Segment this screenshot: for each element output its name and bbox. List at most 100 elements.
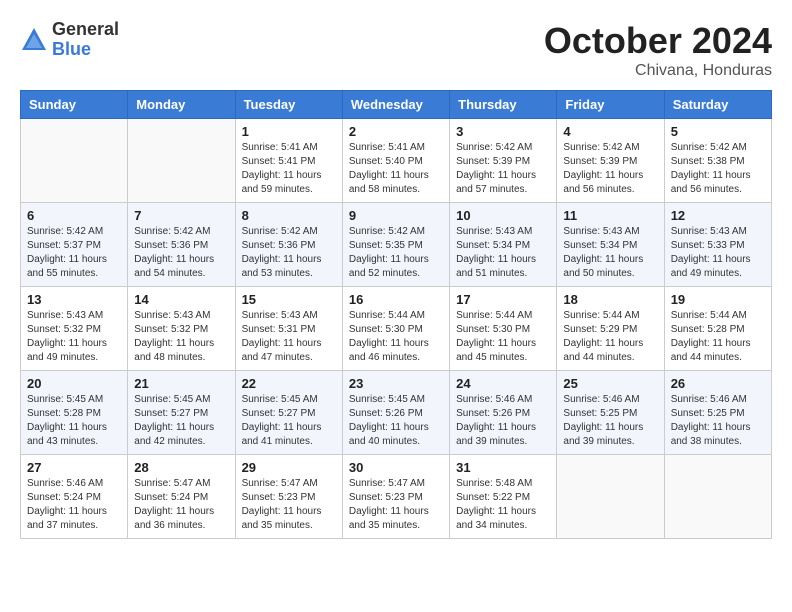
calendar-cell: 31 Sunrise: 5:48 AM Sunset: 5:22 PM Dayli… [450, 455, 557, 539]
location-subtitle: Chivana, Honduras [544, 62, 772, 80]
day-number: 30 [349, 460, 443, 475]
day-number: 18 [563, 292, 657, 307]
day-number: 16 [349, 292, 443, 307]
day-info: Sunrise: 5:45 AM Sunset: 5:28 PM Dayligh… [27, 393, 121, 449]
day-info: Sunrise: 5:45 AM Sunset: 5:27 PM Dayligh… [134, 393, 228, 449]
week-row-4: 20 Sunrise: 5:45 AM Sunset: 5:28 PM Dayli… [21, 371, 772, 455]
calendar-cell: 11 Sunrise: 5:43 AM Sunset: 5:34 PM Dayli… [557, 203, 664, 287]
day-number: 5 [671, 124, 765, 139]
day-number: 22 [242, 376, 336, 391]
day-header-saturday: Saturday [664, 91, 771, 119]
day-info: Sunrise: 5:46 AM Sunset: 5:24 PM Dayligh… [27, 477, 121, 533]
logo-icon [20, 26, 48, 54]
calendar-cell: 14Sunrise: 5:43 AM Sunset: 5:32 PM Dayli… [128, 287, 235, 371]
day-number: 17 [456, 292, 550, 307]
calendar-cell [21, 119, 128, 203]
day-info: Sunrise: 5:42 AM Sunset: 5:35 PM Dayligh… [349, 225, 443, 281]
calendar-header-row: SundayMondayTuesdayWednesdayThursdayFrid… [21, 91, 772, 119]
calendar-cell: 9 Sunrise: 5:42 AM Sunset: 5:35 PM Daylig… [342, 203, 449, 287]
day-number: 2 [349, 124, 443, 139]
month-title: October 2024 [544, 20, 772, 62]
calendar-cell: 30 Sunrise: 5:47 AM Sunset: 5:23 PM Dayli… [342, 455, 449, 539]
day-info: Sunrise: 5:44 AM Sunset: 5:28 PM Dayligh… [671, 309, 765, 365]
day-number: 31 [456, 460, 550, 475]
day-number: 6 [27, 208, 121, 223]
calendar-cell: 10 Sunrise: 5:43 AM Sunset: 5:34 PM Dayli… [450, 203, 557, 287]
day-info: Sunrise: 5:45 AM Sunset: 5:26 PM Dayligh… [349, 393, 443, 449]
day-header-thursday: Thursday [450, 91, 557, 119]
day-info: Sunrise: 5:42 AM Sunset: 5:36 PM Dayligh… [134, 225, 228, 281]
day-number: 23 [349, 376, 443, 391]
calendar-cell: 20 Sunrise: 5:45 AM Sunset: 5:28 PM Dayli… [21, 371, 128, 455]
calendar-cell: 17 Sunrise: 5:44 AM Sunset: 5:30 PM Dayli… [450, 287, 557, 371]
week-row-2: 6 Sunrise: 5:42 AM Sunset: 5:37 PM Daylig… [21, 203, 772, 287]
title-section: October 2024 Chivana, Honduras [544, 20, 772, 80]
calendar-cell: 15Sunrise: 5:43 AM Sunset: 5:31 PM Dayli… [235, 287, 342, 371]
day-header-wednesday: Wednesday [342, 91, 449, 119]
day-info: Sunrise: 5:46 AM Sunset: 5:25 PM Dayligh… [563, 393, 657, 449]
calendar-cell: 18 Sunrise: 5:44 AM Sunset: 5:29 PM Dayli… [557, 287, 664, 371]
day-info: Sunrise: 5:42 AM Sunset: 5:36 PM Dayligh… [242, 225, 336, 281]
day-info: Sunrise: 5:44 AM Sunset: 5:29 PM Dayligh… [563, 309, 657, 365]
calendar-cell: 29Sunrise: 5:47 AM Sunset: 5:23 PM Dayli… [235, 455, 342, 539]
day-header-monday: Monday [128, 91, 235, 119]
week-row-1: 1 Sunrise: 5:41 AM Sunset: 5:41 PM Daylig… [21, 119, 772, 203]
day-number: 20 [27, 376, 121, 391]
calendar-cell: 4 Sunrise: 5:42 AM Sunset: 5:39 PM Daylig… [557, 119, 664, 203]
calendar-cell: 23 Sunrise: 5:45 AM Sunset: 5:26 PM Dayli… [342, 371, 449, 455]
day-number: 24 [456, 376, 550, 391]
day-number: 21 [134, 376, 228, 391]
day-info: Sunrise: 5:44 AM Sunset: 5:30 PM Dayligh… [456, 309, 550, 365]
day-number: 28 [134, 460, 228, 475]
calendar-cell: 3 Sunrise: 5:42 AM Sunset: 5:39 PM Daylig… [450, 119, 557, 203]
day-info: Sunrise: 5:41 AM Sunset: 5:40 PM Dayligh… [349, 141, 443, 197]
day-number: 14 [134, 292, 228, 307]
calendar-table: SundayMondayTuesdayWednesdayThursdayFrid… [20, 90, 772, 539]
day-info: Sunrise: 5:42 AM Sunset: 5:37 PM Dayligh… [27, 225, 121, 281]
day-info: Sunrise: 5:41 AM Sunset: 5:41 PM Dayligh… [242, 141, 336, 197]
day-info: Sunrise: 5:48 AM Sunset: 5:22 PM Dayligh… [456, 477, 550, 533]
day-info: Sunrise: 5:46 AM Sunset: 5:26 PM Dayligh… [456, 393, 550, 449]
day-header-tuesday: Tuesday [235, 91, 342, 119]
day-number: 19 [671, 292, 765, 307]
logo-blue-text: Blue [52, 40, 119, 60]
day-number: 29 [242, 460, 336, 475]
day-info: Sunrise: 5:47 AM Sunset: 5:23 PM Dayligh… [349, 477, 443, 533]
calendar-cell [664, 455, 771, 539]
calendar-cell [557, 455, 664, 539]
day-number: 27 [27, 460, 121, 475]
calendar-cell: 16 Sunrise: 5:44 AM Sunset: 5:30 PM Dayli… [342, 287, 449, 371]
day-info: Sunrise: 5:46 AM Sunset: 5:25 PM Dayligh… [671, 393, 765, 449]
day-number: 3 [456, 124, 550, 139]
calendar-cell: 22 Sunrise: 5:45 AM Sunset: 5:27 PM Dayli… [235, 371, 342, 455]
day-number: 9 [349, 208, 443, 223]
logo: General Blue [20, 20, 119, 60]
calendar-cell: 25Sunrise: 5:46 AM Sunset: 5:25 PM Dayli… [557, 371, 664, 455]
week-row-3: 13Sunrise: 5:43 AM Sunset: 5:32 PM Dayli… [21, 287, 772, 371]
day-number: 15 [242, 292, 336, 307]
day-number: 10 [456, 208, 550, 223]
calendar-cell: 5 Sunrise: 5:42 AM Sunset: 5:38 PM Daylig… [664, 119, 771, 203]
calendar-cell: 12Sunrise: 5:43 AM Sunset: 5:33 PM Dayli… [664, 203, 771, 287]
header: General Blue October 2024 Chivana, Hondu… [20, 20, 772, 80]
calendar-cell: 1 Sunrise: 5:41 AM Sunset: 5:41 PM Daylig… [235, 119, 342, 203]
day-info: Sunrise: 5:43 AM Sunset: 5:34 PM Dayligh… [563, 225, 657, 281]
calendar-cell: 13Sunrise: 5:43 AM Sunset: 5:32 PM Dayli… [21, 287, 128, 371]
calendar-cell: 21 Sunrise: 5:45 AM Sunset: 5:27 PM Dayli… [128, 371, 235, 455]
calendar-cell: 6 Sunrise: 5:42 AM Sunset: 5:37 PM Daylig… [21, 203, 128, 287]
day-info: Sunrise: 5:42 AM Sunset: 5:39 PM Dayligh… [456, 141, 550, 197]
calendar-cell: 27 Sunrise: 5:46 AM Sunset: 5:24 PM Dayli… [21, 455, 128, 539]
day-number: 4 [563, 124, 657, 139]
calendar-cell [128, 119, 235, 203]
day-number: 11 [563, 208, 657, 223]
day-info: Sunrise: 5:44 AM Sunset: 5:30 PM Dayligh… [349, 309, 443, 365]
day-info: Sunrise: 5:42 AM Sunset: 5:38 PM Dayligh… [671, 141, 765, 197]
calendar-cell: 28 Sunrise: 5:47 AM Sunset: 5:24 PM Dayli… [128, 455, 235, 539]
day-info: Sunrise: 5:45 AM Sunset: 5:27 PM Dayligh… [242, 393, 336, 449]
day-info: Sunrise: 5:43 AM Sunset: 5:34 PM Dayligh… [456, 225, 550, 281]
day-number: 1 [242, 124, 336, 139]
day-info: Sunrise: 5:43 AM Sunset: 5:33 PM Dayligh… [671, 225, 765, 281]
day-info: Sunrise: 5:43 AM Sunset: 5:32 PM Dayligh… [27, 309, 121, 365]
day-info: Sunrise: 5:42 AM Sunset: 5:39 PM Dayligh… [563, 141, 657, 197]
day-info: Sunrise: 5:47 AM Sunset: 5:24 PM Dayligh… [134, 477, 228, 533]
